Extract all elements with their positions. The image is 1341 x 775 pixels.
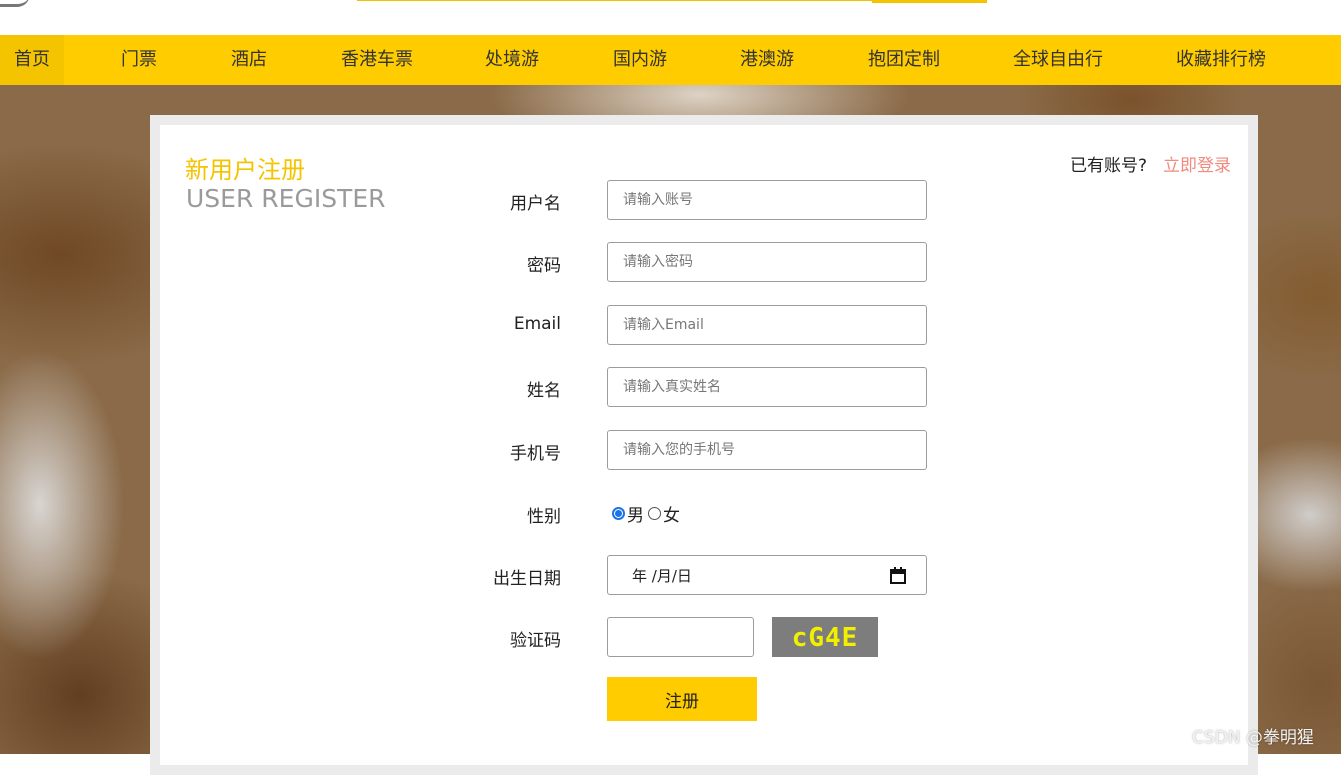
- phone-input[interactable]: [607, 430, 927, 470]
- gender-radio-female[interactable]: [648, 506, 661, 520]
- captcha-label: 验证码: [510, 631, 561, 651]
- password-input[interactable]: [607, 242, 927, 282]
- search-button-fragment[interactable]: [872, 0, 987, 3]
- page-title: 新用户注册: [185, 156, 305, 184]
- logo-fragment: [0, 0, 30, 7]
- birthday-date-display: 年 /月/日: [632, 567, 692, 585]
- email-input[interactable]: [607, 305, 927, 345]
- username-input[interactable]: [607, 180, 927, 220]
- gender-radio-group: 男 女: [610, 500, 682, 526]
- nav-item-hk-macau-tours[interactable]: 港澳游: [740, 35, 794, 85]
- register-button[interactable]: 注册: [607, 677, 757, 721]
- watermark: CSDN @拳明猩: [1192, 728, 1314, 748]
- nav-item-hotels[interactable]: 酒店: [231, 35, 267, 85]
- username-label: 用户名: [510, 194, 561, 214]
- email-label: Email: [513, 314, 561, 334]
- nav-item-outbound-tours[interactable]: 处境游: [485, 35, 539, 85]
- nav-item-group-custom[interactable]: 抱团定制: [868, 35, 940, 85]
- nav-item-domestic-tours[interactable]: 国内游: [613, 35, 667, 85]
- gender-option-male-label: 男: [627, 505, 644, 526]
- nav-item-global-free-travel[interactable]: 全球自由行: [1013, 35, 1103, 85]
- main-nav: 首页 门票 酒店 香港车票 处境游 国内游 港澳游 抱团定制 全球自由行 收藏排…: [0, 35, 1341, 85]
- birthday-date-input[interactable]: 年 /月/日: [607, 555, 927, 595]
- login-link[interactable]: 立即登录: [1163, 151, 1231, 176]
- name-input[interactable]: [607, 367, 927, 407]
- top-header: [0, 0, 1341, 35]
- gender-label: 性别: [527, 507, 561, 527]
- password-label: 密码: [527, 256, 561, 276]
- nav-item-hk-bus-tickets[interactable]: 香港车票: [341, 35, 413, 85]
- gender-option-female-label: 女: [663, 505, 680, 526]
- calendar-icon[interactable]: [890, 567, 906, 584]
- gender-radio-male[interactable]: [612, 506, 625, 520]
- nav-item-tickets[interactable]: 门票: [121, 35, 157, 85]
- captcha-image[interactable]: cG4E: [772, 617, 878, 657]
- page-subtitle: USER REGISTER: [186, 184, 386, 213]
- search-box-fragment[interactable]: [357, 0, 872, 1]
- nav-item-favorites-ranking[interactable]: 收藏排行榜: [1176, 35, 1266, 85]
- captcha-input[interactable]: [607, 617, 754, 657]
- have-account-text: 已有账号?: [1070, 156, 1148, 176]
- phone-label: 手机号: [510, 444, 561, 464]
- nav-item-home[interactable]: 首页: [0, 35, 64, 85]
- birthday-label: 出生日期: [493, 569, 561, 589]
- name-label: 姓名: [527, 381, 561, 401]
